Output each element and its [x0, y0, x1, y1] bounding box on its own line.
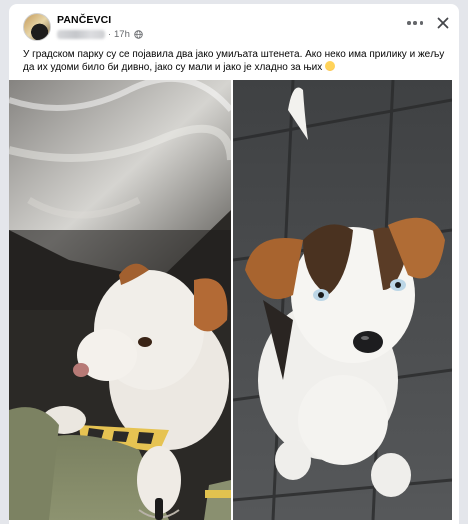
- post-timestamp[interactable]: 17h: [114, 29, 130, 40]
- post-header: PANČEVCI · 17h: [9, 4, 459, 44]
- crying-face-emoji: [324, 61, 335, 71]
- puppy-photo-right[interactable]: [233, 80, 452, 520]
- blurred-author-name: [57, 29, 105, 39]
- meta-separator: ·: [108, 29, 111, 39]
- close-icon[interactable]: [437, 17, 449, 29]
- post-text: У градском парку су се појавила два јако…: [23, 48, 451, 74]
- page-name[interactable]: PANČEVCI: [57, 14, 111, 26]
- post-text-content: У градском парку су се појавила два јако…: [23, 49, 445, 73]
- more-options-icon[interactable]: [407, 18, 423, 28]
- photo-grid: [9, 80, 452, 520]
- post-meta: · 17h: [57, 28, 143, 40]
- puppy-photo-left[interactable]: [9, 80, 231, 520]
- page-avatar[interactable]: [23, 13, 51, 41]
- globe-icon: [134, 29, 143, 39]
